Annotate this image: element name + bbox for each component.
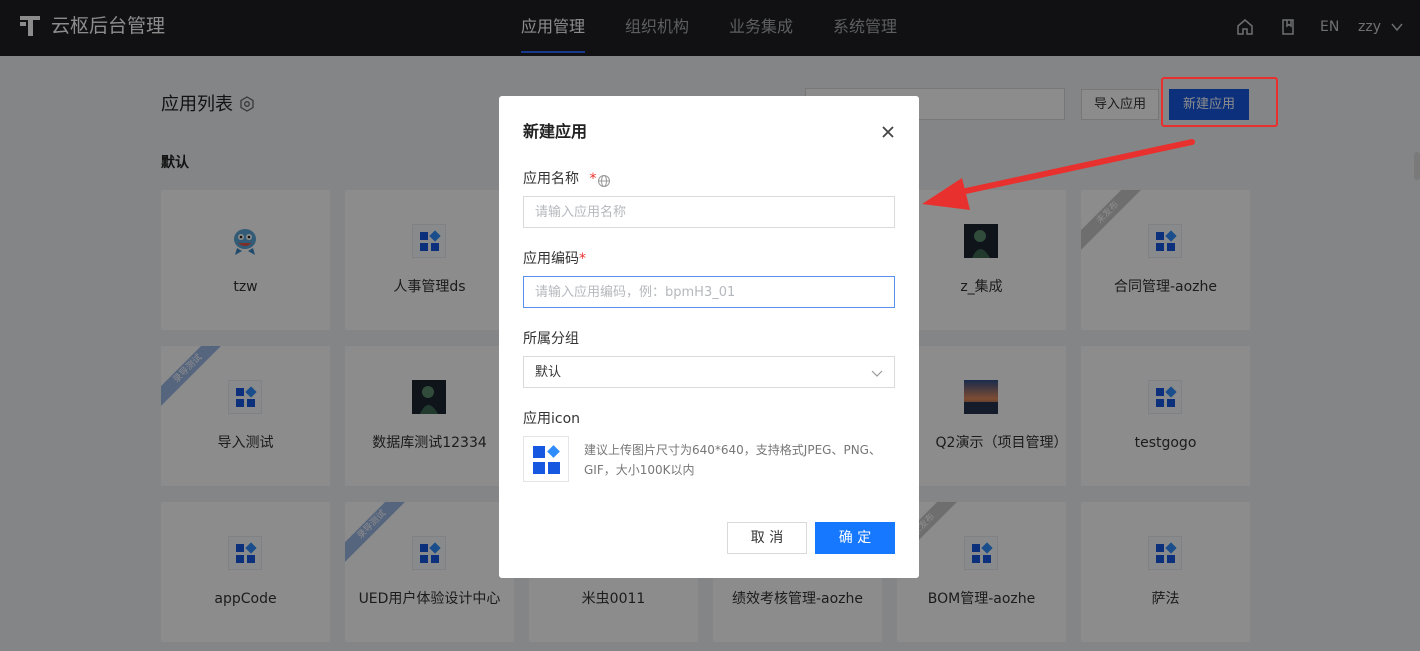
group-select[interactable]: 默认 xyxy=(523,356,895,388)
app-code-input[interactable] xyxy=(523,276,895,308)
required-mark: * xyxy=(589,171,597,187)
app-icon-label: 应用icon xyxy=(523,411,581,427)
required-mark: * xyxy=(579,251,586,267)
app-name-input[interactable] xyxy=(523,196,895,228)
new-app-dialog: 新建应用 应用名称 * 应用编码* 所属分组 默认 应用icon 建议上传图片尺… xyxy=(499,96,919,578)
group-select-value: 默认 xyxy=(535,365,562,380)
app-code-label: 应用编码* xyxy=(523,250,586,268)
globe-icon[interactable] xyxy=(597,174,611,188)
annotation-arrow xyxy=(922,139,1195,210)
app-code-label-text: 应用编码 xyxy=(523,251,579,267)
close-icon[interactable] xyxy=(879,123,897,141)
dialog-title: 新建应用 xyxy=(523,122,588,141)
chevron-down-icon xyxy=(871,370,883,377)
icon-upload[interactable] xyxy=(523,436,569,482)
scrollbar-thumb[interactable] xyxy=(1414,152,1420,180)
group-select-label: 所属分组 xyxy=(523,331,579,347)
cancel-button[interactable]: 取 消 xyxy=(727,522,807,554)
app-grid-icon xyxy=(533,445,561,474)
app-name-label: 应用名称 * xyxy=(523,170,596,188)
upload-hint: 建议上传图片尺寸为640*640，支持格式JPEG、PNG、GIF，大小100K… xyxy=(584,443,881,477)
confirm-button[interactable]: 确 定 xyxy=(815,522,895,554)
annotation-highlight-box xyxy=(1161,77,1278,127)
app-name-label-text: 应用名称 xyxy=(523,171,579,187)
